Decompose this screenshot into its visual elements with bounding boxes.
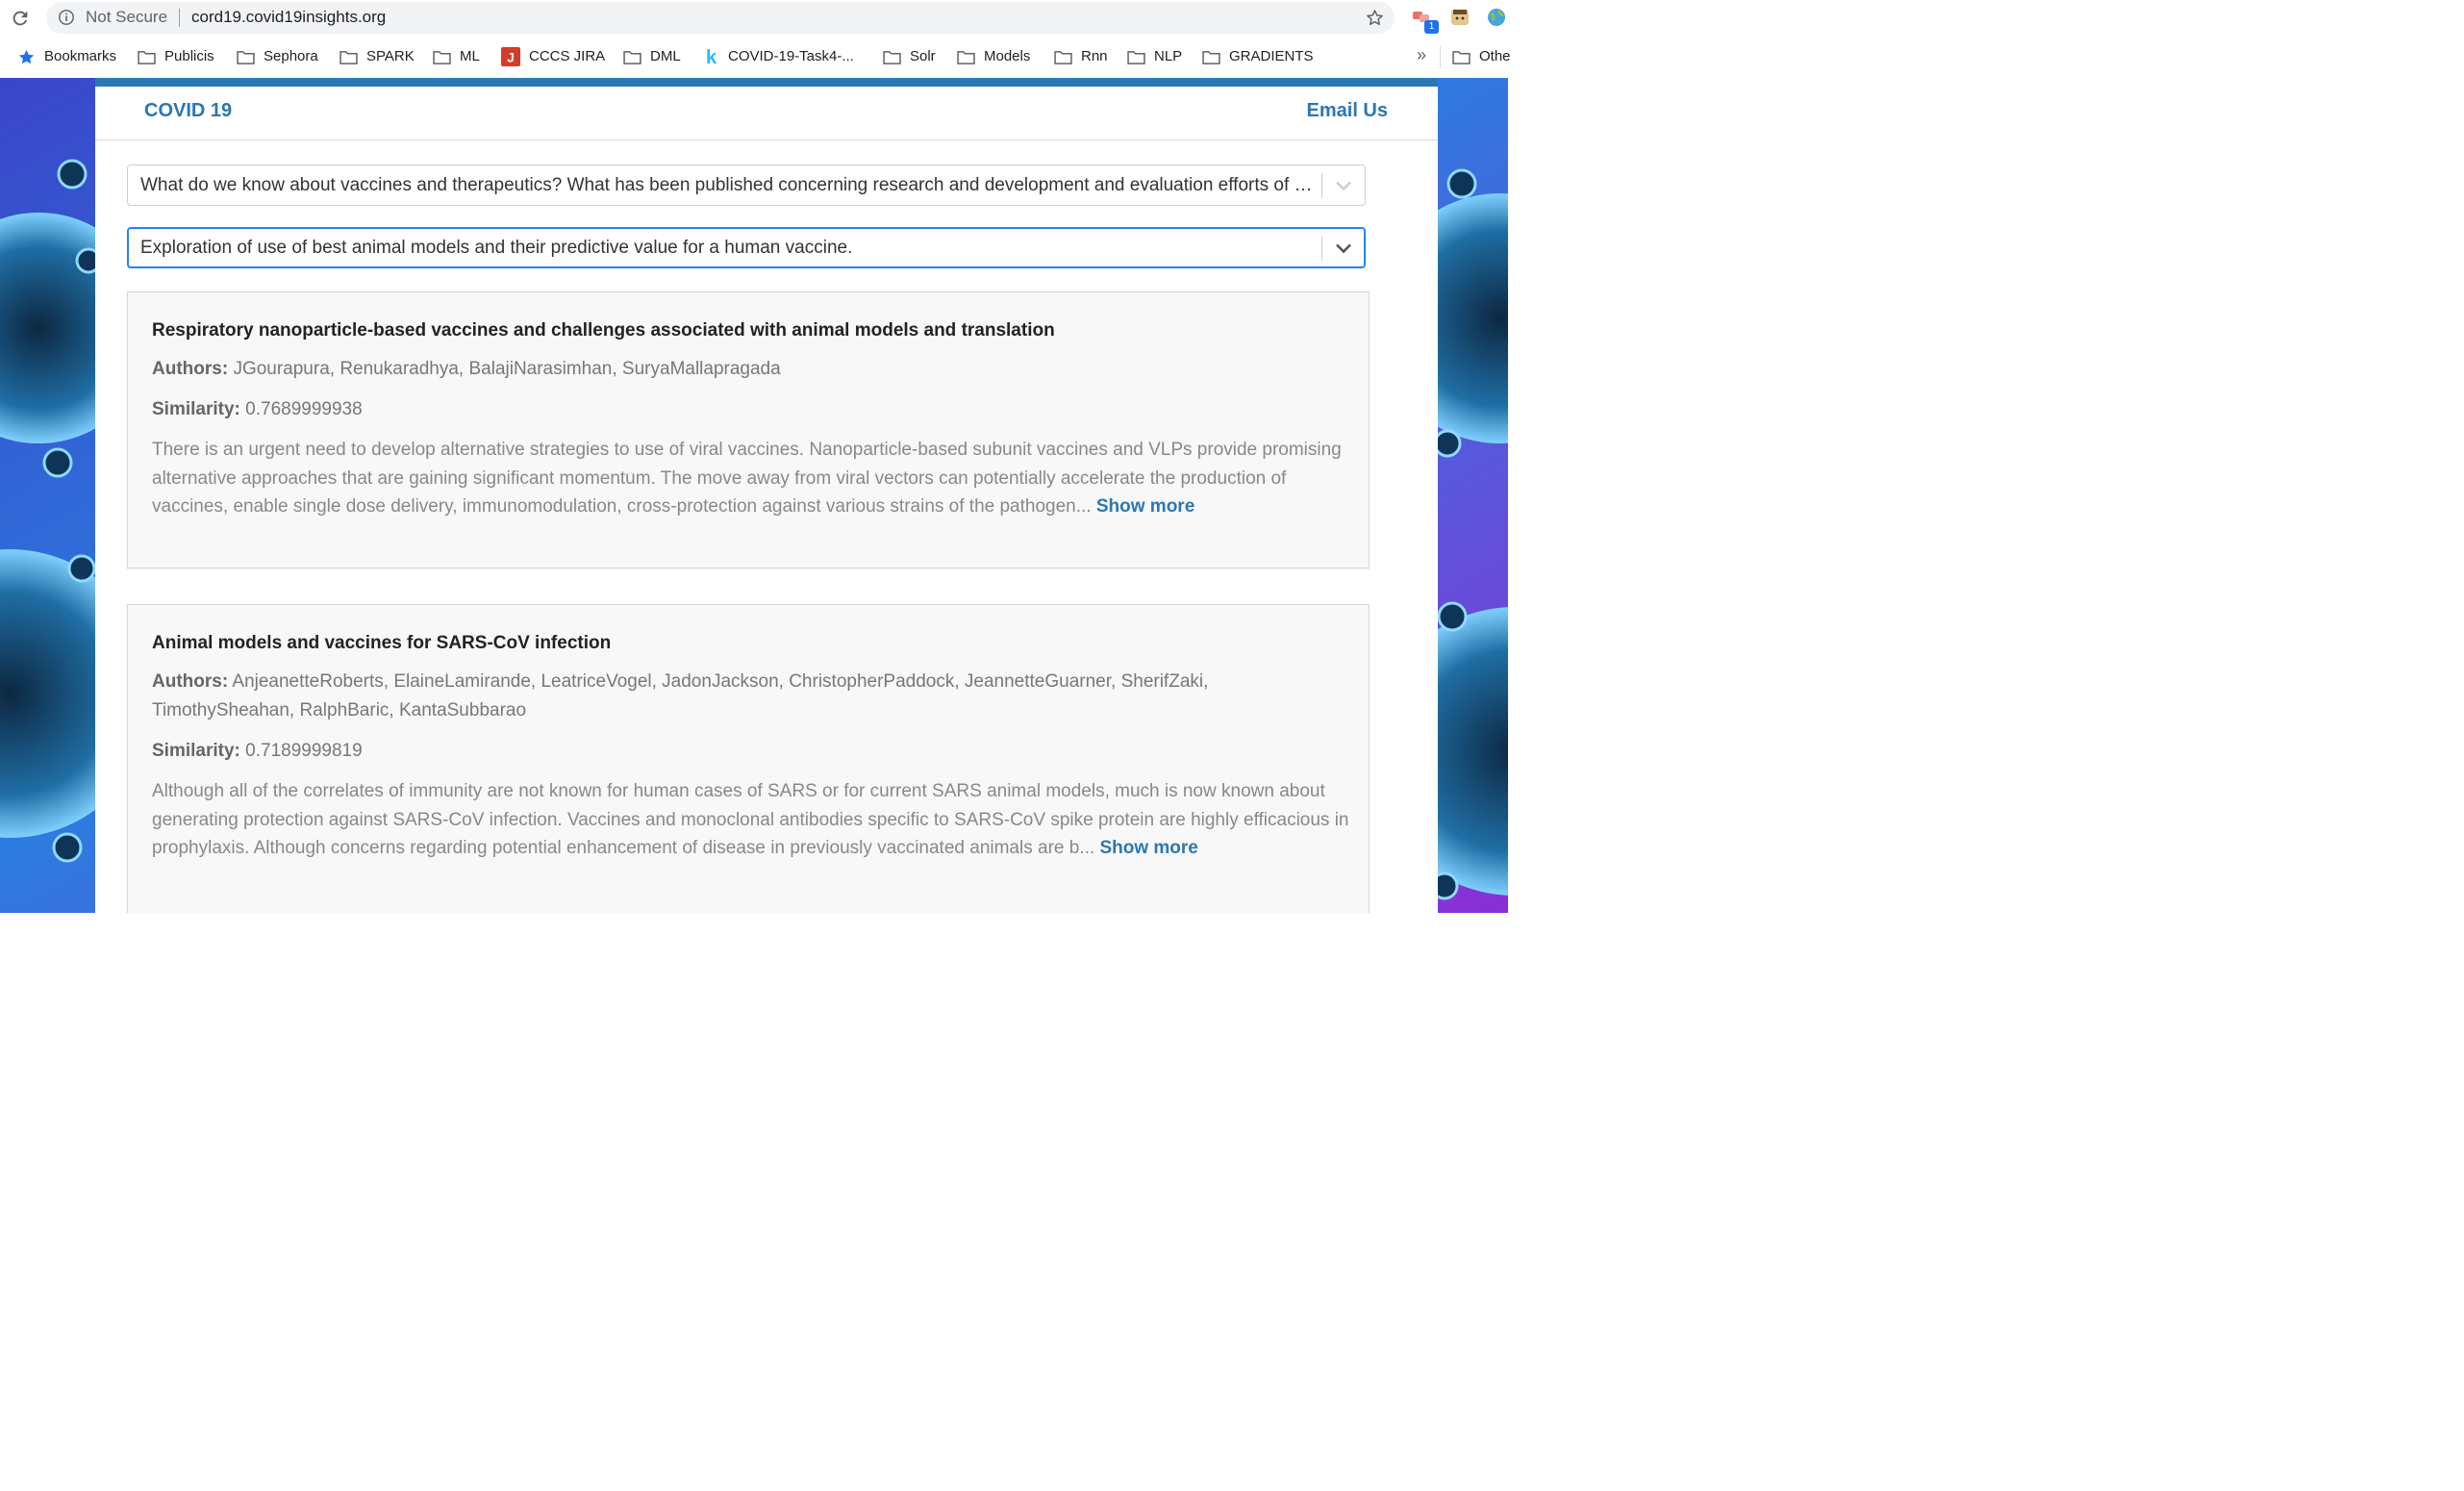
bookmark-gradients[interactable]: GRADIENTS [1202,46,1314,67]
info-icon[interactable] [58,9,75,26]
subtask-select[interactable]: Exploration of use of best animal models… [127,227,1366,268]
folder-icon [433,50,451,64]
bookmark-label: CCCS JIRA [529,48,606,64]
kaggle-icon: k [706,47,717,66]
result-similarity: Similarity: 0.7689999938 [152,395,1345,424]
bookmark-nlp[interactable]: NLP [1127,46,1182,67]
folder-icon [623,50,641,64]
bookmark-rnn[interactable]: Rnn [1054,46,1108,67]
bookmark-ml[interactable]: ML [433,46,480,67]
bookmark-covid-task4[interactable]: k COVID-19-Task4-... [703,46,854,67]
chevron-down-icon[interactable] [1334,240,1353,256]
bookmark-label: Solr [910,48,936,64]
result-card: Animal models and vaccines for SARS-CoV … [127,604,1370,913]
folder-icon [1054,50,1072,64]
bookmark-label: Models [984,48,1031,64]
similarity-value: 0.7189999819 [245,741,363,761]
star-icon [18,49,35,63]
bookmark-solr[interactable]: Solr [883,46,936,67]
bookmark-cccs-jira[interactable]: J CCCS JIRA [501,46,605,67]
bookmark-other[interactable]: Othe [1452,46,1511,67]
extension-globe-icon[interactable] [1487,8,1506,27]
bookmark-label: NLP [1154,48,1183,64]
site-brand-link[interactable]: COVID 19 [144,100,232,122]
chevron-down-icon[interactable] [1334,178,1353,193]
svg-text:J: J [507,50,515,65]
extension-badge: 1 [1424,20,1439,34]
bookmark-label: COVID-19-Task4-... [728,48,854,64]
bookmark-label: Publicis [164,48,214,64]
email-us-link[interactable]: Email Us [1307,100,1388,122]
url-text[interactable]: cord19.covid19insights.org [191,8,386,27]
result-abstract: Although all of the correlates of immuni… [152,777,1352,863]
authors-label: Authors: [152,671,229,692]
result-title: Animal models and vaccines for SARS-CoV … [152,633,612,653]
folder-icon [237,50,255,64]
folder-icon [1127,50,1145,64]
bookmark-label: Bookmarks [44,48,117,64]
jira-icon: J [501,47,520,67]
similarity-value: 0.7689999938 [245,399,363,419]
bookmarks-overflow-button[interactable]: » [1417,45,1426,65]
site-navbar: COVID 19 Email Us [95,87,1438,140]
result-card: Respiratory nanoparticle-based vaccines … [127,291,1370,569]
show-more-link[interactable]: Show more [1099,838,1197,858]
folder-icon [883,50,901,64]
bookmark-label: SPARK [366,48,415,64]
authors-value: JGourapura, Renukaradhya, BalajiNarasimh… [233,359,781,379]
address-separator [179,9,180,27]
select-indicator-separator [1321,173,1322,198]
svg-text:k: k [706,47,717,66]
bookmark-publicis[interactable]: Publicis [138,46,214,67]
main-container: COVID 19 Email Us What do we know about … [95,78,1438,913]
result-title: Respiratory nanoparticle-based vaccines … [152,320,1055,341]
bookmark-sephora[interactable]: Sephora [237,46,318,67]
similarity-label: Similarity: [152,741,240,761]
question-select-value: What do we know about vaccines and thera… [140,175,1321,195]
similarity-label: Similarity: [152,399,240,419]
bookmark-label: Sephora [264,48,318,64]
result-abstract: There is an urgent need to develop alter… [152,436,1352,521]
result-authors: Authors: JGourapura, Renukaradhya, Balaj… [152,355,1345,384]
security-label[interactable]: Not Secure [86,8,167,27]
show-more-link[interactable]: Show more [1096,496,1194,517]
bookmark-dml[interactable]: DML [623,46,681,67]
folder-icon [957,50,975,64]
folder-icon [1452,50,1471,64]
bookmark-spark[interactable]: SPARK [339,46,415,67]
browser-toolbar: Not Secure cord19.covid19insights.org 1 [0,0,1508,36]
bookmarks-divider [1440,45,1441,68]
bookmark-label: ML [460,48,480,64]
bookmark-bookmarks[interactable]: Bookmarks [17,46,116,67]
authors-value: AnjeanetteRoberts, ElaineLamirande, Leat… [152,671,1209,720]
bookmark-models[interactable]: Models [957,46,1030,67]
folder-icon [339,50,358,64]
select-indicator-separator [1321,236,1322,261]
folder-icon [138,50,156,64]
result-authors: Authors: AnjeanetteRoberts, ElaineLamira… [152,668,1345,724]
bookmark-star-icon[interactable] [1365,8,1385,28]
folder-icon [1202,50,1220,64]
bookmark-label: Rnn [1081,48,1108,64]
page-viewport: COVID 19 Email Us What do we know about … [0,78,1508,913]
reload-icon[interactable] [10,8,31,29]
subtask-select-value: Exploration of use of best animal models… [140,238,853,258]
bookmark-label: GRADIENTS [1229,48,1314,64]
question-select[interactable]: What do we know about vaccines and thera… [127,164,1366,206]
bookmark-label: Othe [1479,48,1511,64]
result-similarity: Similarity: 0.7189999819 [152,737,1345,766]
profile-extension-icon[interactable] [1450,8,1470,27]
bookmarks-bar: Bookmarks Publicis Sephora SPARK ML J CCC… [0,36,1511,79]
authors-label: Authors: [152,359,229,379]
bookmark-label: DML [650,48,681,64]
